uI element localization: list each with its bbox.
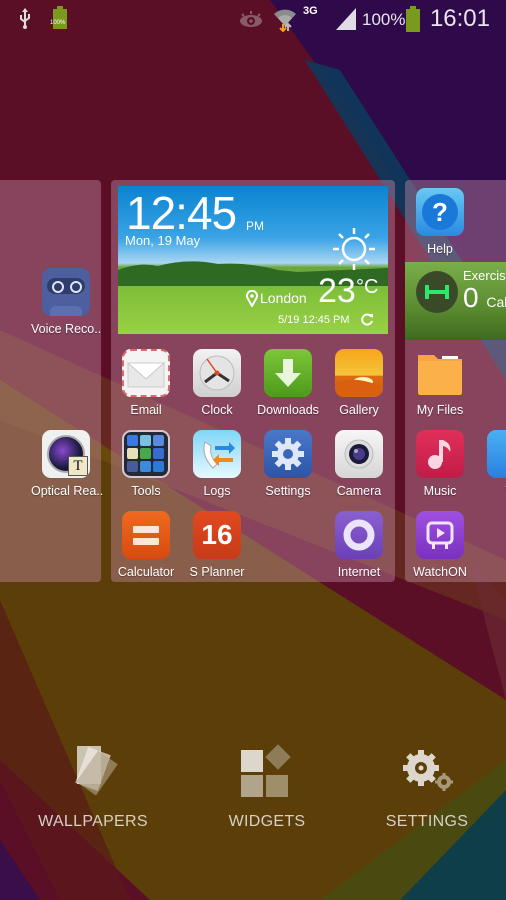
settings-gears-icon [403, 750, 453, 791]
app-label: Help [427, 242, 453, 256]
wallpapers-button[interactable]: WALLPAPERS [13, 742, 173, 831]
widget-city: London [260, 290, 307, 306]
app-label: S Planner [189, 565, 245, 579]
downloads-icon [264, 349, 312, 397]
app-label: WatchON [413, 565, 467, 579]
app-watchon[interactable]: WatchON [405, 511, 475, 579]
app-label: Logs [203, 484, 231, 498]
help-icon: ? [416, 188, 464, 236]
optical-reader-icon: T [42, 430, 90, 478]
settings-label: SETTINGS [385, 813, 469, 830]
settings-icon [264, 430, 312, 478]
battery-small-icon [51, 6, 69, 30]
app-settings[interactable]: Settings [253, 430, 323, 498]
app-my-files[interactable]: My Files [405, 349, 475, 417]
app-help[interactable]: ? Help [405, 188, 475, 256]
app-label: Gallery [339, 403, 379, 417]
gallery-icon [335, 349, 383, 397]
tools-folder-icon [122, 430, 170, 478]
widget-ampm: PM [246, 219, 264, 233]
calculator-icon [122, 511, 170, 559]
app-calculator[interactable]: Calculator [111, 511, 181, 579]
battery-percent: 100% [362, 10, 406, 29]
watchon-icon [416, 511, 464, 559]
app-logs[interactable]: Logs [182, 430, 252, 498]
app-voice-recorder[interactable]: Voice Reco.. [31, 268, 101, 336]
widget-updated: 5/19 12:45 PM [278, 314, 350, 326]
app-label: Vi [476, 484, 506, 498]
wallpapers-icon [75, 746, 118, 796]
battery-icon [404, 6, 422, 32]
exercise-value: 0 Cal [463, 282, 506, 314]
app-label: Tools [131, 484, 161, 498]
widget-time: 12:45 [126, 187, 237, 239]
exercise-widget[interactable]: Exercis 0 Cal [405, 262, 506, 340]
app-label: Optical Rea.. [31, 484, 104, 498]
widgets-label: WIDGETS [228, 813, 306, 830]
app-email[interactable]: Email [111, 349, 181, 417]
app-music[interactable]: Music [405, 430, 475, 498]
exercise-unit: Cal [486, 294, 506, 310]
app-video[interactable]: Vi [476, 430, 506, 498]
app-label: Downloads [257, 403, 319, 417]
status-time: 16:01 [429, 5, 490, 32]
widget-date: Mon, 19 May [125, 233, 201, 248]
sun-icon [333, 228, 375, 270]
battery-small-label: 100% [50, 20, 66, 26]
exercise-calories: 0 [463, 282, 479, 313]
app-tools-folder[interactable]: Tools [111, 430, 181, 498]
network-type: 3G [303, 5, 318, 17]
s-planner-date: 16 [201, 519, 233, 550]
my-files-icon [416, 349, 464, 397]
music-icon [416, 430, 464, 478]
app-label: Clock [201, 403, 233, 417]
settings-button[interactable]: SETTINGS [347, 742, 506, 831]
app-label: My Files [416, 403, 464, 417]
voice-recorder-icon [42, 268, 90, 316]
app-gallery[interactable]: Gallery [324, 349, 394, 417]
dumbbell-icon [416, 271, 458, 313]
clock-icon [193, 349, 241, 397]
status-bar: 100% 3G 100% 16:01 [0, 0, 506, 38]
widgets-button[interactable]: WIDGETS [187, 742, 347, 831]
eye-icon [238, 10, 264, 28]
app-optical-reader[interactable]: T Optical Rea.. [31, 430, 104, 498]
app-label: Calculator [117, 565, 175, 579]
app-camera[interactable]: Camera [324, 430, 394, 498]
clock-weather-widget[interactable]: 12:45 PM Mon, 19 May London 23 °C 5/19 1… [118, 186, 388, 334]
app-label: Settings [265, 484, 311, 498]
logs-icon [193, 430, 241, 478]
signal-icon [334, 8, 358, 30]
wifi-icon [272, 6, 298, 32]
internet-icon [335, 511, 383, 559]
app-label: Music [423, 484, 457, 498]
app-label: Email [130, 403, 162, 417]
camera-icon [335, 430, 383, 478]
app-label: Voice Reco.. [31, 322, 102, 336]
svg-text:?: ? [432, 197, 448, 227]
refresh-icon[interactable] [361, 313, 374, 326]
wallpapers-label: WALLPAPERS [38, 813, 148, 830]
app-label: Internet [337, 565, 381, 579]
usb-icon [18, 8, 32, 30]
app-label: Camera [336, 484, 382, 498]
s-planner-icon: 16 [193, 511, 241, 559]
app-internet[interactable]: Internet [324, 511, 394, 579]
widget-temperature: 23 [318, 272, 356, 310]
app-downloads[interactable]: Downloads [253, 349, 323, 417]
exercise-title: Exercis [463, 268, 506, 283]
video-icon [487, 430, 506, 478]
email-icon [122, 349, 170, 397]
home-page-left[interactable] [0, 180, 101, 582]
widgets-icon [241, 744, 291, 797]
app-s-planner[interactable]: 16 S Planner [182, 511, 252, 579]
widget-temp-unit: °C [356, 276, 379, 298]
location-pin-icon [246, 290, 258, 307]
app-clock[interactable]: Clock [182, 349, 252, 417]
